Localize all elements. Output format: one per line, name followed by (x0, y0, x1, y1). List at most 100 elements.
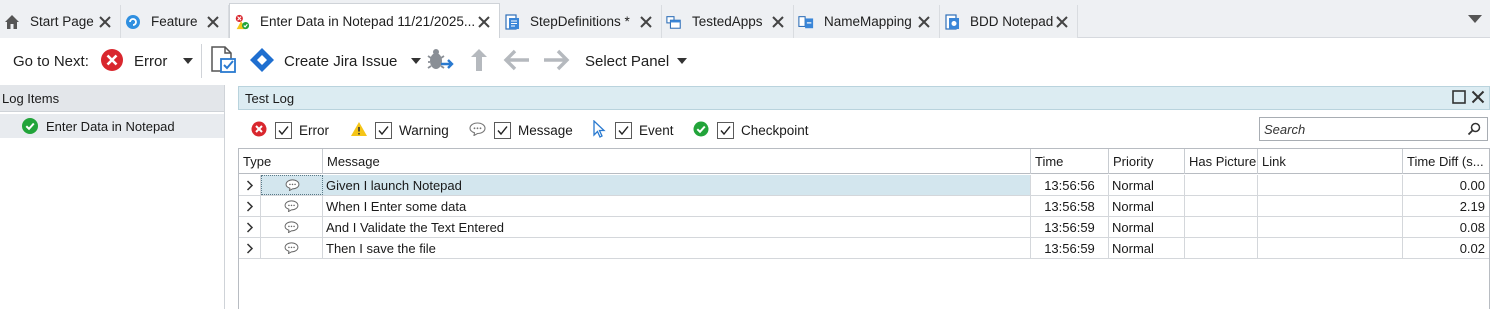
message-type-icon (261, 217, 323, 237)
cell-message: Then I save the file (323, 238, 1031, 258)
filter-checkpoint-checkbox[interactable] (717, 121, 734, 139)
cell-time-diff: 2.19 (1459, 198, 1485, 214)
go-to-parent-button[interactable] (468, 38, 490, 84)
column-header-priority[interactable]: Priority (1109, 149, 1185, 174)
filter-warning[interactable]: Warning (350, 120, 449, 140)
tab-bdd-notepad[interactable]: BDD Notepad (940, 5, 1078, 38)
column-header-link[interactable]: Link (1258, 149, 1403, 174)
create-jira-issue-button[interactable]: Create Jira Issue (249, 38, 422, 84)
tab-overflow-dropdown[interactable] (1468, 15, 1482, 23)
column-header-type[interactable]: Type (239, 149, 323, 174)
column-header-time-diff[interactable]: Time Diff (s... (1403, 149, 1489, 174)
close-tab-icon[interactable] (917, 15, 931, 29)
filter-warning-checkbox[interactable] (375, 121, 392, 139)
tab-name-mapping[interactable]: NameMapping (794, 5, 940, 38)
tab-tested-apps[interactable]: TestedApps (662, 5, 794, 38)
search-placeholder: Search (1264, 122, 1306, 137)
expand-row-icon[interactable] (239, 217, 261, 237)
select-panel-label: Select Panel (585, 52, 670, 70)
chevron-down-icon (183, 58, 194, 64)
tab-enter-data-in-notepad[interactable]: Enter Data in Notepad 11/21/2025... (229, 3, 500, 39)
bdd-project-icon (944, 13, 960, 30)
table-row[interactable]: When I Enter some data 13:56:58 Normal 2… (239, 196, 1489, 217)
go-to-next-value: Error (134, 52, 168, 70)
chevron-down-icon (411, 58, 422, 64)
filter-error-label: Error (299, 122, 329, 138)
passed-check-icon (22, 118, 38, 134)
tab-label: StepDefinitions * (530, 14, 630, 29)
test-log-icon (234, 14, 250, 30)
log-items-panel: Log Items Enter Data in Notepad (0, 85, 225, 309)
go-to-next-label: Go to Next: (13, 52, 89, 70)
filter-event-checkbox[interactable] (615, 121, 632, 139)
log-item-enter-data-in-notepad[interactable]: Enter Data in Notepad (0, 114, 224, 138)
expand-row-icon[interactable] (239, 196, 261, 216)
expand-row-icon[interactable] (239, 238, 261, 258)
filter-error-checkbox[interactable] (275, 121, 292, 139)
close-tab-icon[interactable] (639, 15, 653, 29)
arrow-right-icon (542, 48, 570, 75)
go-to-next-dropdown[interactable]: Error (100, 38, 194, 84)
cell-link (1258, 217, 1403, 237)
cell-link (1258, 175, 1403, 195)
error-icon (100, 48, 124, 75)
cell-time: 13:56:59 (1031, 217, 1109, 237)
cell-message: When I Enter some data (323, 196, 1031, 216)
close-tab-icon[interactable] (98, 15, 112, 29)
log-item-label: Enter Data in Notepad (46, 118, 175, 134)
filter-checkpoint[interactable]: Checkpoint (693, 120, 809, 140)
filter-event[interactable]: Event (591, 118, 674, 141)
close-tab-icon[interactable] (206, 15, 220, 29)
search-icon[interactable] (1467, 122, 1481, 139)
filter-event-label: Event (639, 122, 674, 138)
column-header-time[interactable]: Time (1031, 149, 1109, 174)
checkpoint-report-button[interactable] (209, 38, 239, 84)
table-row[interactable]: Then I save the file 13:56:59 Normal 0.0… (239, 238, 1489, 259)
jira-icon (249, 47, 275, 76)
test-log-panel: Test Log Error Warning Message Event Che… (238, 86, 1490, 309)
feature-icon (125, 14, 141, 30)
select-panel-dropdown[interactable]: Select Panel (585, 38, 688, 84)
warning-icon (350, 121, 368, 140)
name-mapping-icon (798, 14, 814, 30)
close-tab-icon[interactable] (1055, 15, 1069, 29)
message-type-icon (261, 175, 323, 195)
cell-time-diff: 0.08 (1459, 219, 1485, 235)
log-toolbar: Go to Next: Error Create Jira Issue Sele… (0, 38, 1490, 84)
table-row[interactable]: And I Validate the Text Entered 13:56:59… (239, 217, 1489, 238)
debug-button[interactable] (425, 38, 455, 84)
search-input[interactable]: Search (1259, 117, 1488, 141)
filter-message[interactable]: Message (469, 120, 573, 140)
tab-feature[interactable]: Feature (121, 5, 229, 38)
cell-link (1258, 238, 1403, 258)
grid-header: Type Message Time Priority Has Picture L… (239, 149, 1489, 174)
close-icon[interactable] (1471, 90, 1485, 107)
maximize-icon[interactable] (1452, 90, 1466, 107)
forward-button[interactable] (542, 38, 570, 84)
create-jira-issue-label: Create Jira Issue (284, 52, 398, 70)
back-button[interactable] (503, 38, 531, 84)
filter-checkpoint-label: Checkpoint (741, 122, 809, 138)
tab-label: TestedApps (692, 14, 763, 29)
cell-link (1258, 196, 1403, 216)
close-tab-icon[interactable] (771, 15, 785, 29)
cell-has-picture (1185, 238, 1258, 258)
tab-label: Feature (151, 14, 198, 29)
expand-row-icon[interactable] (239, 175, 261, 195)
close-tab-icon[interactable] (477, 15, 491, 29)
cell-time-diff: 0.00 (1459, 177, 1485, 193)
arrow-left-icon (503, 48, 531, 75)
column-header-message[interactable]: Message (323, 149, 1031, 174)
event-icon (591, 118, 607, 141)
table-row[interactable]: Given I launch Notepad 13:56:56 Normal 0… (239, 175, 1489, 196)
tab-start-page[interactable]: Start Page (0, 5, 121, 38)
bug-arrow-icon (425, 46, 455, 77)
column-header-has-picture[interactable]: Has Picture (1185, 149, 1258, 174)
tab-step-definitions[interactable]: StepDefinitions * (500, 5, 662, 38)
tab-label: Enter Data in Notepad 11/21/2025... (260, 14, 476, 29)
message-icon (469, 121, 486, 139)
filter-error[interactable]: Error (251, 120, 329, 140)
cell-priority: Normal (1109, 175, 1185, 195)
filter-message-checkbox[interactable] (494, 121, 511, 139)
log-items-header: Log Items (0, 85, 224, 112)
